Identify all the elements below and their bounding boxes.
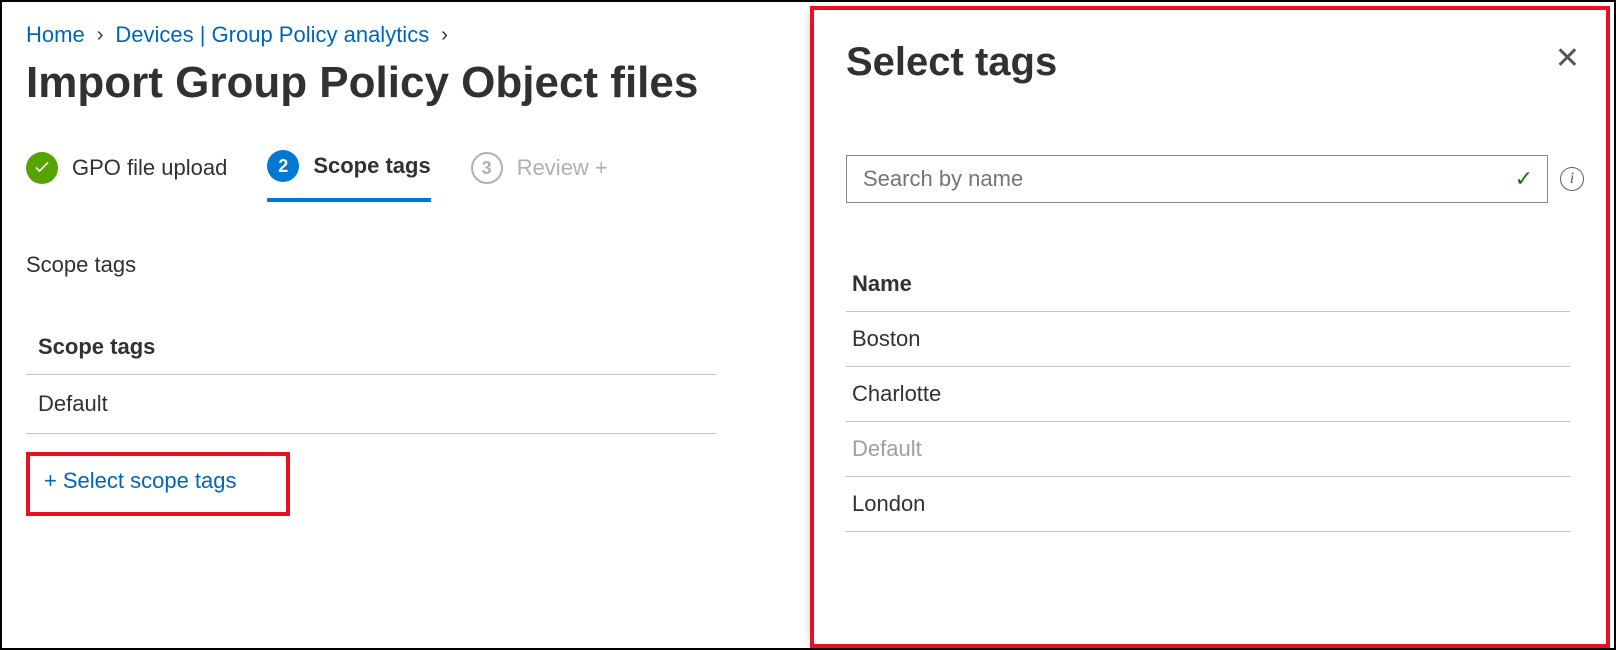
step-number-icon: 3 [471, 152, 503, 184]
list-item[interactable]: Boston [846, 312, 1570, 367]
step-label: Scope tags [313, 153, 430, 179]
close-icon[interactable]: ✕ [1551, 40, 1584, 78]
chevron-right-icon: › [97, 24, 104, 47]
select-scope-tags-label: Select scope tags [63, 468, 237, 494]
breadcrumb-devices[interactable]: Devices | Group Policy analytics [115, 22, 429, 48]
list-item[interactable]: London [846, 477, 1570, 532]
list-item[interactable]: Charlotte [846, 367, 1570, 422]
breadcrumb-home[interactable]: Home [26, 22, 85, 48]
tags-list: Name Boston Charlotte Default London [846, 263, 1570, 532]
scope-tags-table: Scope tags Default [26, 326, 716, 434]
step-number-icon: 2 [267, 150, 299, 182]
select-scope-tags-highlight: + Select scope tags [26, 452, 290, 516]
plus-icon: + [44, 468, 57, 494]
step-review[interactable]: 3 Review + [471, 152, 608, 200]
name-column-header: Name [846, 263, 1570, 312]
search-input[interactable] [861, 165, 1515, 193]
search-input-wrapper[interactable]: ✓ [846, 155, 1548, 203]
step-scope-tags[interactable]: 2 Scope tags [267, 150, 430, 202]
info-icon[interactable]: i [1560, 167, 1584, 191]
step-label: GPO file upload [72, 155, 227, 181]
table-row: Default [26, 375, 716, 434]
step-label: Review + [517, 155, 608, 181]
select-tags-panel: Select tags ✕ ✓ i Name Boston Charlotte … [810, 6, 1610, 648]
step-gpo-upload[interactable]: GPO file upload [26, 152, 227, 200]
chevron-right-icon: › [441, 24, 448, 47]
list-item: Default [846, 422, 1570, 477]
checkmark-icon: ✓ [1515, 166, 1533, 192]
panel-title: Select tags [846, 40, 1057, 85]
select-scope-tags-button[interactable]: + Select scope tags [30, 468, 237, 494]
scope-tags-column-header: Scope tags [26, 326, 716, 375]
checkmark-icon [26, 152, 58, 184]
